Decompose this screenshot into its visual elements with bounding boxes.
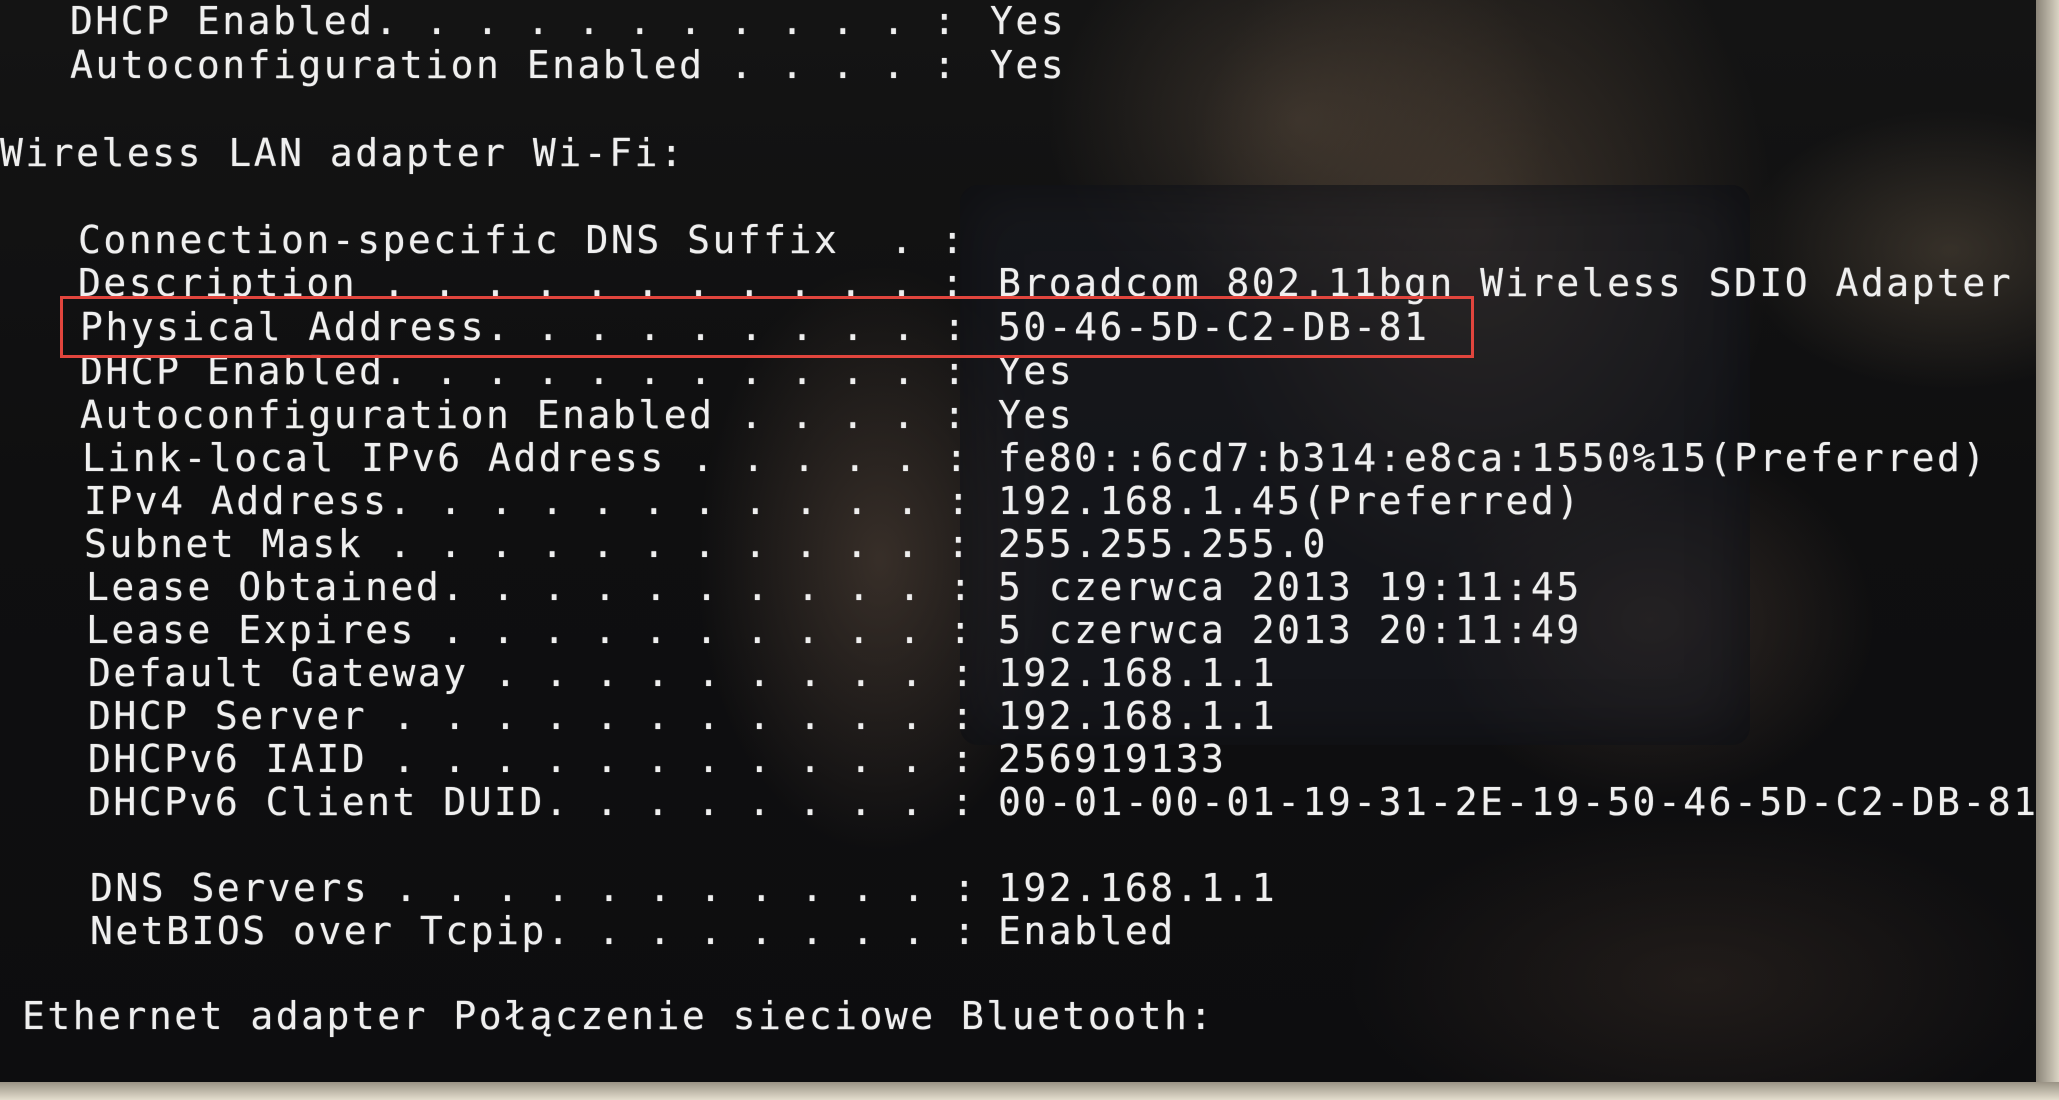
ipconfig-output: DHCP Enabled. . . . . . . . . . . : Yes … <box>0 0 2052 1082</box>
row-label: DHCP Enabled. . . . . . . . . . . : <box>70 0 959 43</box>
row-label: Default Gateway . . . . . . . . . : <box>88 651 977 695</box>
row-value: 192.168.1.1 <box>998 694 1278 738</box>
row-value: 5 czerwca 2013 20:11:49 <box>998 608 1582 652</box>
monitor-bezel-right <box>2036 0 2059 1100</box>
row-value: 5 czerwca 2013 19:11:45 <box>998 565 1582 609</box>
row-value: Yes <box>990 43 1067 87</box>
row-label: Autoconfiguration Enabled . . . . : <box>70 43 959 87</box>
dhcpv6-duid-row: DHCPv6 Client DUID. . . . . . . . : 00-0… <box>88 781 2036 823</box>
row-label: NetBIOS over Tcpip. . . . . . . . : <box>90 909 979 953</box>
row-label: DHCPv6 Client DUID. . . . . . . . : <box>88 780 977 824</box>
row-label: Lease Expires . . . . . . . . . . : <box>86 608 975 652</box>
row-value: 192.168.1.1 <box>998 651 1278 695</box>
subnet-mask-row: Subnet Mask . . . . . . . . . . . : 255.… <box>84 523 1325 565</box>
prev-dhcp-enabled-row: DHCP Enabled. . . . . . . . . . . : Yes <box>70 0 1064 42</box>
lease-obtained-row: Lease Obtained. . . . . . . . . . : 5 cz… <box>86 566 1579 608</box>
link-local-ipv6-row: Link-local IPv6 Address . . . . . : fe80… <box>82 437 1985 479</box>
autoconfig-row: Autoconfiguration Enabled . . . . : Yes <box>80 394 1072 436</box>
row-label: Autoconfiguration Enabled . . . . : <box>80 393 969 437</box>
bluetooth-adapter-header: Ethernet adapter Połączenie sieciowe Blu… <box>22 994 1215 1038</box>
row-value: Yes <box>998 393 1075 437</box>
physical-address-highlight <box>60 296 1474 358</box>
dhcpv6-iaid-row: DHCPv6 IAID . . . . . . . . . . . : 2569… <box>88 738 1224 780</box>
row-label: Subnet Mask . . . . . . . . . . . : <box>84 522 973 566</box>
row-label: Link-local IPv6 Address . . . . . : <box>82 436 971 480</box>
netbios-row: NetBIOS over Tcpip. . . . . . . . : Enab… <box>90 910 1173 952</box>
row-value: Yes <box>990 0 1067 43</box>
row-value: 192.168.1.45(Preferred) <box>998 479 1582 523</box>
monitor-bezel-bottom <box>0 1082 2059 1100</box>
row-label: Connection-specific DNS Suffix . : <box>78 218 967 262</box>
dns-suffix-row: Connection-specific DNS Suffix . : <box>78 219 964 261</box>
lease-expires-row: Lease Expires . . . . . . . . . . : 5 cz… <box>86 609 1579 651</box>
row-label: IPv4 Address. . . . . . . . . . . : <box>84 479 973 523</box>
row-value: 00-01-00-01-19-31-2E-19-50-46-5D-C2-DB-8… <box>998 780 2039 824</box>
row-value: Enabled <box>998 909 1176 953</box>
row-label: DNS Servers . . . . . . . . . . . : <box>90 866 979 910</box>
dhcp-server-row: DHCP Server . . . . . . . . . . . : 192.… <box>88 695 1275 737</box>
row-label: Lease Obtained. . . . . . . . . . : <box>86 565 975 609</box>
row-value: 256919133 <box>998 737 1227 781</box>
ipv4-address-row: IPv4 Address. . . . . . . . . . . : 192.… <box>84 480 1579 522</box>
row-label: DHCPv6 IAID . . . . . . . . . . . : <box>88 737 977 781</box>
row-value: 255.255.255.0 <box>998 522 1328 566</box>
console-screen: DHCP Enabled. . . . . . . . . . . : Yes … <box>0 0 2052 1082</box>
prev-autoconfig-row: Autoconfiguration Enabled . . . . : Yes <box>70 44 1064 86</box>
row-label: DHCP Server . . . . . . . . . . . : <box>88 694 977 738</box>
row-value: 192.168.1.1 <box>998 866 1278 910</box>
row-value: fe80::6cd7:b314:e8ca:1550%15(Preferred) <box>998 436 1988 480</box>
default-gateway-row: Default Gateway . . . . . . . . . : 192.… <box>88 652 1275 694</box>
wifi-adapter-header: Wireless LAN adapter Wi-Fi: <box>0 131 686 175</box>
dns-servers-row: DNS Servers . . . . . . . . . . . : 192.… <box>90 867 1275 909</box>
